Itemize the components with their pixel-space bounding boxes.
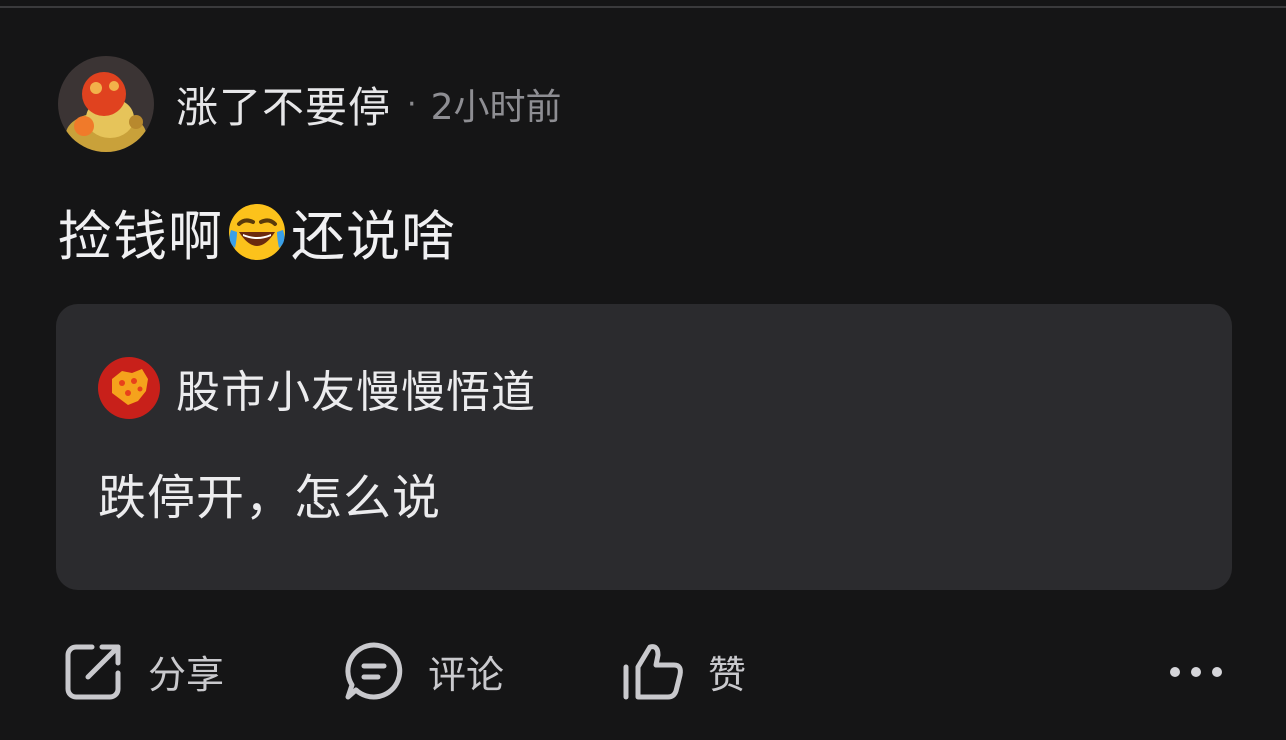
more-icon[interactable] xyxy=(1170,654,1222,690)
comment-icon xyxy=(345,642,403,700)
post-card: 涨了不要停 · 2小时前 捡钱啊 还说啥 股市小友慢慢悟道 跌停开，怎么说 分享… xyxy=(0,0,1286,740)
quoted-author: 股市小友慢慢悟道 xyxy=(98,356,536,420)
thumbs-up-icon xyxy=(623,644,683,700)
author-name[interactable]: 涨了不要停 xyxy=(176,74,391,135)
comment-label: 评论 xyxy=(428,652,505,697)
quoted-author-name[interactable]: 股市小友慢慢悟道 xyxy=(176,356,536,420)
more-dot xyxy=(1191,667,1201,677)
quoted-text: 跌停开，怎么说 xyxy=(98,470,442,526)
content-text-start: 捡钱啊 xyxy=(58,205,223,268)
post-content: 捡钱啊 还说啥 xyxy=(58,192,456,271)
comment-button[interactable]: 评论 xyxy=(342,636,504,706)
quoted-author-avatar[interactable] xyxy=(98,357,160,419)
share-icon xyxy=(65,644,121,700)
share-label: 分享 xyxy=(148,652,225,697)
like-button[interactable]: 赞 xyxy=(622,636,746,706)
like-label: 赞 xyxy=(708,652,747,697)
separator-dot: · xyxy=(407,86,417,122)
content-text-end: 还说啥 xyxy=(291,205,456,268)
share-button[interactable]: 分享 xyxy=(62,636,224,706)
post-time: 2小时前 xyxy=(430,87,562,128)
quoted-post[interactable]: 股市小友慢慢悟道 跌停开，怎么说 xyxy=(56,304,1232,590)
rolling-laughing-emoji xyxy=(229,203,285,260)
author-avatar[interactable] xyxy=(58,56,154,152)
more-dot xyxy=(1212,667,1222,677)
post-header: 涨了不要停 · 2小时前 xyxy=(58,56,561,152)
action-bar: 分享 评论 赞 xyxy=(0,636,1286,706)
more-dot xyxy=(1170,667,1180,677)
